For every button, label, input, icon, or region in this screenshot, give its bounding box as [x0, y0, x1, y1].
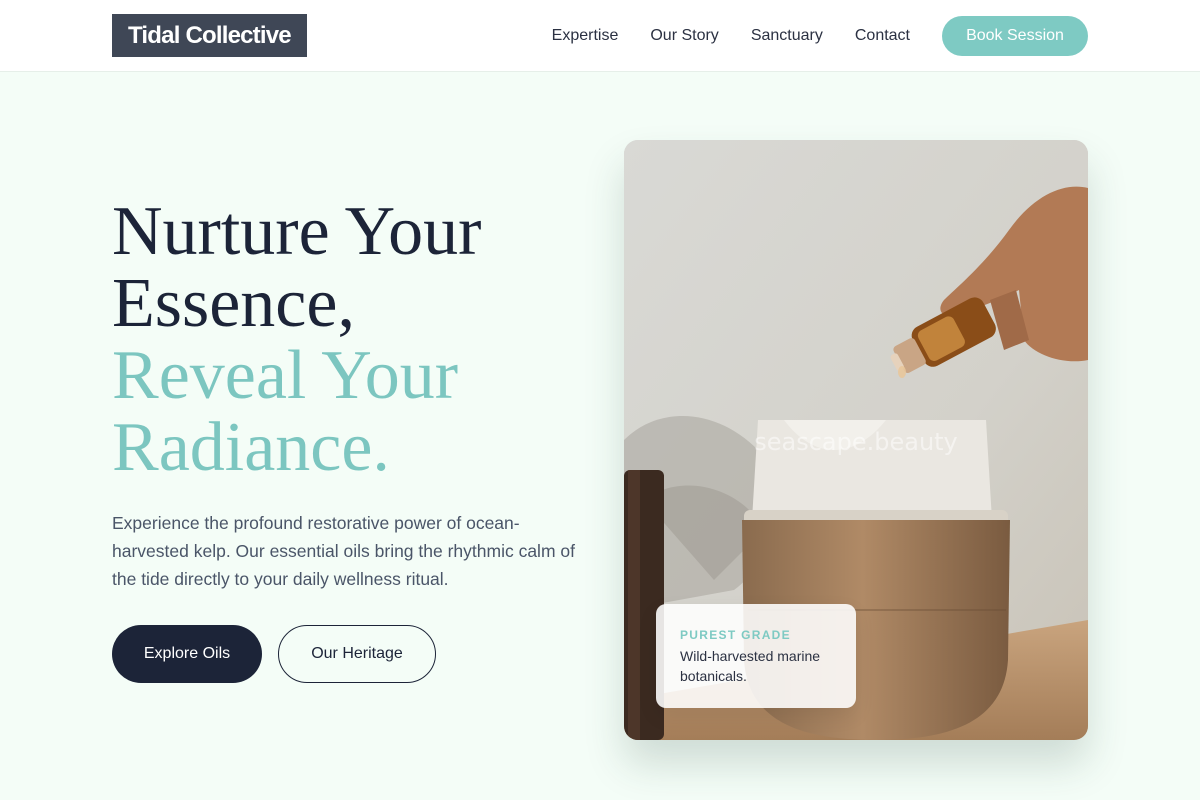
book-session-button[interactable]: Book Session: [942, 16, 1088, 56]
nav-link-sanctuary[interactable]: Sanctuary: [751, 16, 823, 56]
explore-oils-button[interactable]: Explore Oils: [112, 625, 262, 683]
nav-link-contact[interactable]: Contact: [855, 16, 910, 56]
nav-links: Expertise Our Story Sanctuary Contact Bo…: [552, 16, 1088, 56]
hero-title-accent-line: Reveal Your: [112, 337, 459, 414]
hero-title-line: Nurture Your: [112, 193, 482, 270]
nav-link-our-story[interactable]: Our Story: [650, 16, 718, 56]
badge-label: PUREST GRADE: [680, 628, 791, 642]
purest-grade-badge: PUREST GRADE Wild-harvested marine botan…: [656, 604, 856, 708]
nav-link-expertise[interactable]: Expertise: [552, 16, 619, 56]
hero-title-accent-line: Radiance.: [112, 409, 390, 486]
top-nav: Tidal Collective Expertise Our Story San…: [0, 0, 1200, 72]
badge-text: Wild-harvested marine botanicals.: [680, 648, 821, 684]
brand-logo[interactable]: Tidal Collective: [112, 14, 307, 57]
watermark: seascape.beauty: [754, 428, 958, 456]
hero-title: Nurture Your Essence, Reveal Your Radian…: [112, 196, 592, 484]
hero-description: Experience the profound restorative powe…: [112, 513, 575, 589]
hero-title-line: Essence,: [112, 265, 355, 342]
our-heritage-button[interactable]: Our Heritage: [278, 625, 436, 683]
hero-photo: seascape.beauty PUREST GRADE Wild-harves…: [624, 140, 1088, 740]
